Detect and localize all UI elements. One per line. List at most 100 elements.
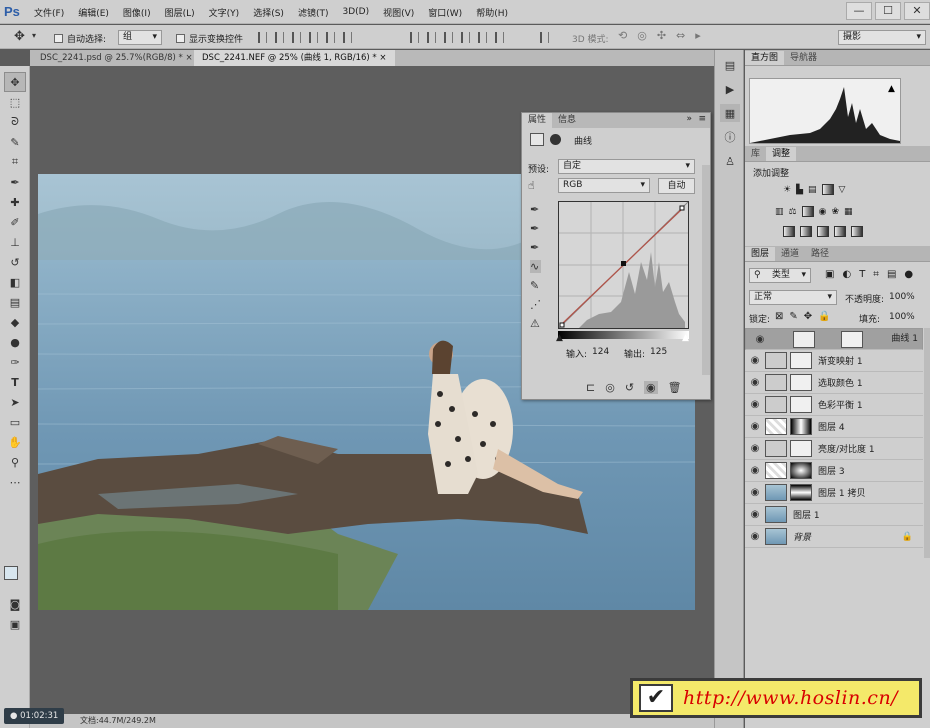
- filter-shape-icon[interactable]: ⌗: [873, 269, 879, 280]
- menu-3d[interactable]: 3D(D): [342, 7, 369, 17]
- input-value[interactable]: 124: [592, 347, 609, 357]
- menu-edit[interactable]: 编辑(E): [78, 6, 109, 19]
- eraser-tool-icon[interactable]: ◧: [4, 272, 26, 292]
- tab-layers[interactable]: 图层: [745, 247, 776, 261]
- actions-play-icon[interactable]: ▶: [720, 80, 740, 98]
- black-white-icon[interactable]: [801, 206, 814, 217]
- drag-3d-icon[interactable]: ✣: [657, 29, 666, 42]
- layer-mask-thumbnail[interactable]: [790, 396, 812, 413]
- clone-source-icon[interactable]: ♙: [720, 152, 740, 170]
- threshold-icon[interactable]: [817, 226, 829, 237]
- black-point-slider-icon[interactable]: ▲: [556, 333, 563, 343]
- auto-select-target-select[interactable]: 组 ▾: [118, 30, 162, 45]
- distribute-left-icon[interactable]: [461, 32, 470, 43]
- layer-mask-thumbnail[interactable]: [790, 374, 812, 391]
- tab-histogram[interactable]: 直方图: [745, 51, 785, 65]
- brightness-icon[interactable]: ☀: [783, 185, 791, 195]
- layer-row[interactable]: ◉ 图层 1 拷贝: [745, 482, 923, 504]
- lock-transparent-icon[interactable]: ⊠: [775, 311, 783, 322]
- layer-mask-thumbnail[interactable]: [790, 484, 812, 501]
- black-point-eyedropper-icon[interactable]: ✒: [530, 203, 541, 216]
- marquee-tool-icon[interactable]: ⬚: [4, 92, 26, 112]
- clipping-warning-icon[interactable]: ⚠: [530, 317, 541, 330]
- auto-select-checkbox[interactable]: [54, 34, 63, 43]
- lasso-tool-icon[interactable]: ᘐ: [4, 112, 26, 132]
- quick-mask-icon[interactable]: ◙: [4, 594, 26, 614]
- visibility-eye-icon[interactable]: ◉: [745, 377, 765, 388]
- visibility-eye-icon[interactable]: ◉: [745, 465, 765, 476]
- layer-row[interactable]: ◉ 曲线 1: [745, 328, 923, 350]
- tab-properties[interactable]: 属性: [522, 113, 553, 128]
- close-icon[interactable]: ×: [379, 53, 386, 63]
- info-icon[interactable]: ⓘ: [720, 128, 740, 146]
- layer-row[interactable]: ◉ 图层 3: [745, 460, 923, 482]
- color-lookup-icon[interactable]: ▦: [844, 207, 853, 217]
- curves-graph[interactable]: [558, 201, 689, 329]
- tab-channels[interactable]: 通道: [775, 247, 805, 261]
- properties-panel-icon[interactable]: ▦: [720, 104, 740, 122]
- gradient-map-icon[interactable]: [834, 226, 846, 237]
- channel-mixer-icon[interactable]: ❀: [831, 207, 839, 217]
- pen-tool-icon[interactable]: ✑: [4, 352, 26, 372]
- selective-color-icon[interactable]: [851, 226, 863, 237]
- brush-tool-icon[interactable]: ✐: [4, 212, 26, 232]
- gray-point-eyedropper-icon[interactable]: ✒: [530, 222, 541, 235]
- path-select-tool-icon[interactable]: ➤: [4, 392, 26, 412]
- hue-sat-icon[interactable]: ▥: [775, 207, 784, 217]
- zoom-tool-icon[interactable]: ⚲: [4, 452, 26, 472]
- menu-type[interactable]: 文字(Y): [209, 6, 240, 19]
- tab-navigator[interactable]: 导航器: [784, 51, 823, 65]
- view-previous-icon[interactable]: ◎: [605, 381, 615, 394]
- distribute-hcenter-icon[interactable]: [478, 32, 487, 43]
- layer-filter-select[interactable]: ⚲ 类型 ▾: [749, 268, 811, 283]
- layer-mask-thumbnail[interactable]: [790, 462, 812, 479]
- layer-row[interactable]: ◉ 选取颜色 1: [745, 372, 923, 394]
- menu-window[interactable]: 窗口(W): [428, 6, 462, 19]
- menu-layer[interactable]: 图层(L): [165, 6, 195, 19]
- white-point-slider-icon[interactable]: ▲: [682, 333, 689, 343]
- curve-pencil-icon[interactable]: ✎: [530, 279, 541, 292]
- curve-point-tool-icon[interactable]: ∿: [530, 260, 541, 273]
- tool-preset-dropdown-icon[interactable]: ▾: [32, 31, 36, 40]
- close-icon[interactable]: ×: [185, 53, 192, 63]
- layer-row[interactable]: ◉ 图层 4: [745, 416, 923, 438]
- menu-help[interactable]: 帮助(H): [476, 6, 508, 19]
- delete-icon[interactable]: 🗑: [668, 381, 682, 394]
- levels-icon[interactable]: ▙: [796, 185, 803, 195]
- filter-toggle-icon[interactable]: ●: [904, 269, 913, 280]
- align-left-icon[interactable]: [309, 32, 318, 43]
- curves-icon[interactable]: ▤: [808, 185, 817, 195]
- posterize-icon[interactable]: [800, 226, 812, 237]
- auto-align-icon[interactable]: [540, 32, 549, 43]
- foreground-color-swatch[interactable]: [4, 566, 18, 580]
- tab-library[interactable]: 库: [745, 147, 766, 161]
- channel-select[interactable]: RGB ▾: [558, 178, 650, 193]
- visibility-eye-icon[interactable]: ◉: [745, 443, 765, 454]
- filter-smart-icon[interactable]: ▤: [887, 269, 896, 280]
- visibility-eye-icon[interactable]: ◉: [745, 399, 765, 410]
- clip-to-layer-icon[interactable]: ⊏: [586, 381, 595, 394]
- visibility-eye-icon[interactable]: ◉: [745, 531, 765, 542]
- distribute-top-icon[interactable]: [410, 32, 419, 43]
- reset-icon[interactable]: ↺: [625, 381, 634, 394]
- distribute-vcenter-icon[interactable]: [427, 32, 436, 43]
- tab-paths[interactable]: 路径: [805, 247, 835, 261]
- preset-select[interactable]: 自定 ▾: [558, 159, 695, 174]
- mask-icon[interactable]: [550, 134, 561, 145]
- menu-file[interactable]: 文件(F): [34, 6, 64, 19]
- visibility-eye-icon[interactable]: ◉: [745, 421, 765, 432]
- menu-view[interactable]: 视图(V): [383, 6, 414, 19]
- layer-mask-thumbnail[interactable]: [840, 330, 863, 348]
- vibrance-icon[interactable]: ▽: [839, 185, 846, 195]
- scale-3d-icon[interactable]: ▸: [695, 29, 701, 42]
- layer-row[interactable]: ◉ 渐变映射 1: [745, 350, 923, 372]
- lock-paint-icon[interactable]: ✎: [789, 311, 797, 322]
- stamp-tool-icon[interactable]: ⊥: [4, 232, 26, 252]
- shape-tool-icon[interactable]: ▭: [4, 412, 26, 432]
- blend-mode-select[interactable]: 正常 ▾: [749, 290, 837, 305]
- move-tool-icon[interactable]: ✥: [14, 29, 25, 44]
- move-tool-icon[interactable]: ✥: [4, 72, 26, 92]
- auto-button[interactable]: 自动: [658, 178, 695, 194]
- lock-all-icon[interactable]: 🔒: [818, 311, 830, 322]
- target-adjust-hand-icon[interactable]: ☝: [528, 179, 535, 192]
